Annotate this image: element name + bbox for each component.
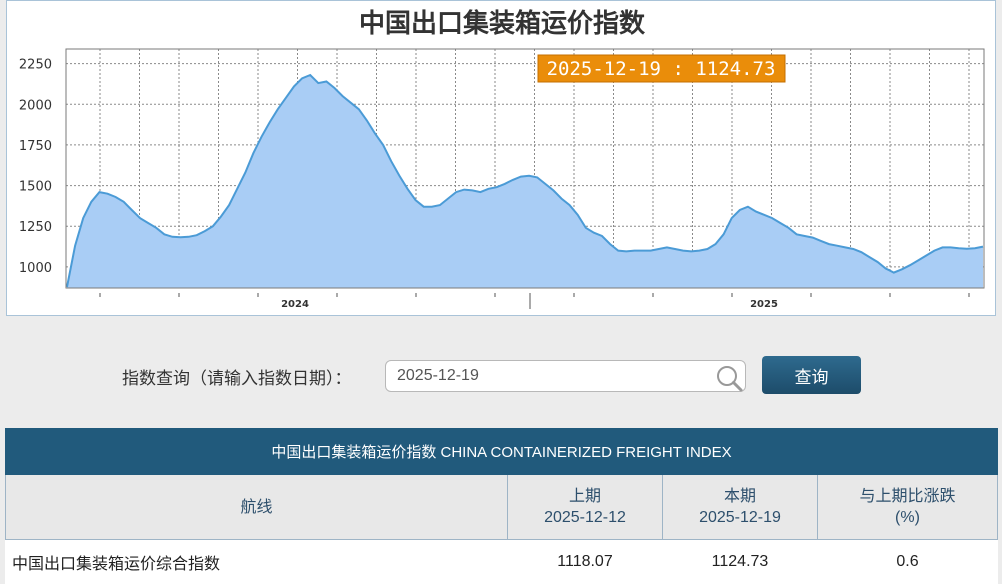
date-input[interactable] xyxy=(385,360,746,392)
change-label: 与上期比涨跌 xyxy=(859,488,955,505)
prev-period-label: 上期 xyxy=(569,488,601,505)
index-table-panel: 中国出口集装箱运价指数 CHINA CONTAINERIZED FREIGHT … xyxy=(5,428,997,584)
y-tick-label: 1750 xyxy=(19,139,52,154)
curr-period-header: 本期 2025-12-19 xyxy=(663,475,818,540)
table-caption-row: 中国出口集装箱运价指数 CHINA CONTAINERIZED FREIGHT … xyxy=(6,429,998,475)
prev-period-date: 2025-12-12 xyxy=(544,509,626,526)
query-label: 指数查询（请输入指数日期）： xyxy=(122,364,352,389)
curr-value-cell: 1124.73 xyxy=(663,540,818,584)
change-value-cell: 0.6 xyxy=(818,540,998,584)
series-area xyxy=(67,75,983,288)
table-caption: 中国出口集装箱运价指数 CHINA CONTAINERIZED FREIGHT … xyxy=(6,429,998,475)
y-tick-label: 2250 xyxy=(19,58,52,73)
curr-period-date: 2025-12-19 xyxy=(699,509,781,526)
chart-panel: 中国出口集装箱运价指数 1000 1250 1500 1750 2000 2250 2024… xyxy=(6,0,996,316)
index-table: 中国出口集装箱运价指数 CHINA CONTAINERIZED FREIGHT … xyxy=(5,428,998,584)
y-tick-label: 2000 xyxy=(19,98,52,113)
freight-index-chart: 中国出口集装箱运价指数 1000 1250 1500 1750 2000 2250 2024… xyxy=(7,1,995,315)
x-year-label: 2024 xyxy=(281,299,309,310)
table-header-row: 航线 上期 2025-12-12 本期 2025-12-19 与上期比涨跌 (%… xyxy=(6,475,998,540)
table-row: 中国出口集装箱运价综合指数 1118.07 1124.73 0.6 xyxy=(6,540,998,584)
route-cell: 中国出口集装箱运价综合指数 xyxy=(6,540,508,584)
y-tick-label: 1000 xyxy=(19,261,52,276)
search-icon[interactable] xyxy=(715,364,743,392)
route-header: 航线 xyxy=(6,475,508,540)
tooltip-text: 2025-12-19 : 1124.73 xyxy=(547,58,776,80)
prev-value-cell: 1118.07 xyxy=(508,540,663,584)
y-tick-label: 1500 xyxy=(19,180,52,195)
y-tick-label: 1250 xyxy=(19,220,52,235)
prev-period-header: 上期 2025-12-12 xyxy=(508,475,663,540)
query-button[interactable]: 查询 xyxy=(762,356,861,394)
curr-period-label: 本期 xyxy=(724,488,756,505)
x-year-label: 2025 xyxy=(750,299,778,310)
chart-title: 中国出口集装箱运价指数 xyxy=(359,8,646,39)
query-bar: 指数查询（请输入指数日期）： 查询 xyxy=(0,354,1002,396)
change-unit: (%) xyxy=(895,509,920,526)
value-tooltip: 2025-12-19 : 1124.73 xyxy=(538,55,785,82)
change-header: 与上期比涨跌 (%) xyxy=(818,475,998,540)
